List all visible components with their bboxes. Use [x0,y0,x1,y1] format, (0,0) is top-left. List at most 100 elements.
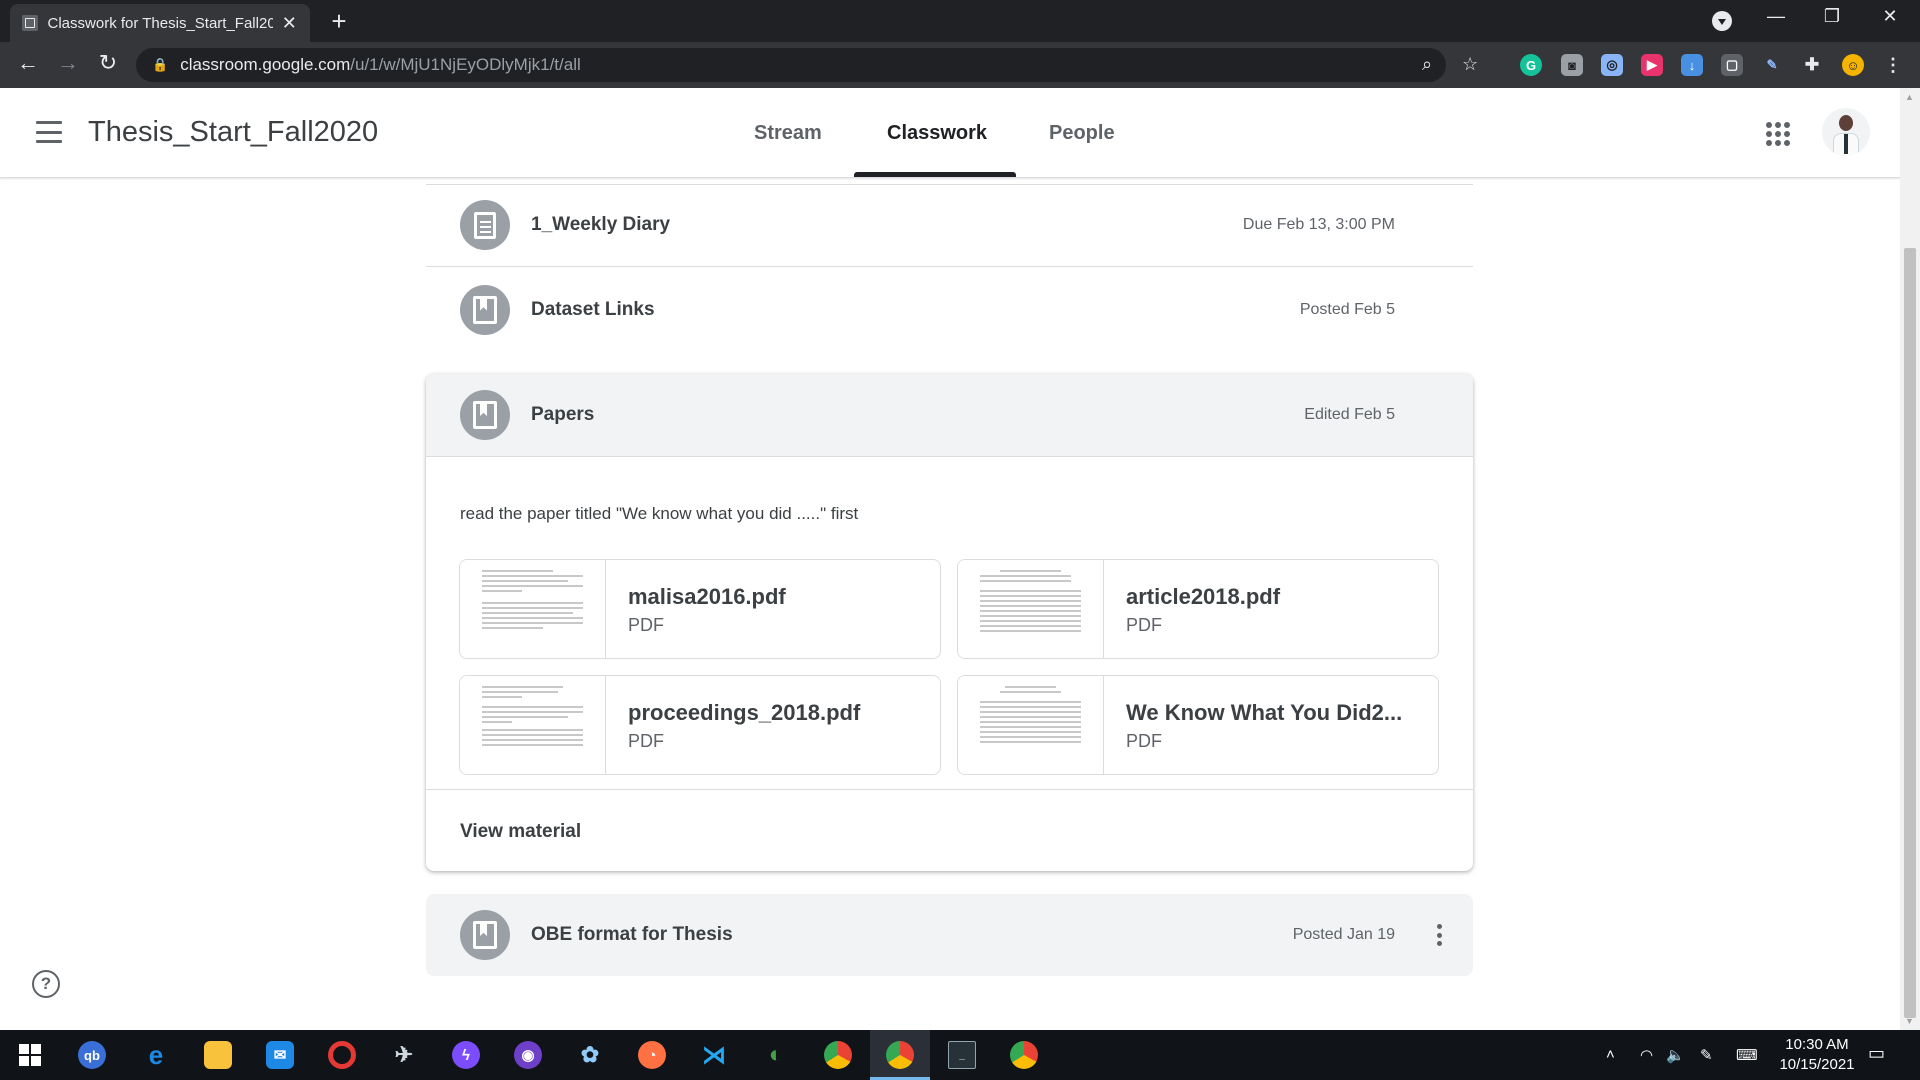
material-icon [460,390,510,440]
attachment-type: PDF [1126,615,1162,635]
camera-extension-icon[interactable]: ◙ [1561,54,1583,76]
tab-people[interactable]: People [1049,122,1115,145]
tab-title: Classwork for Thesis_Start_Fall2020 [47,14,273,32]
classwork-item[interactable]: OBE format for Thesis Posted Jan 19 [426,894,1473,976]
pen-extension-icon[interactable]: ✎ [1761,54,1783,76]
url-path: /u/1/w/MjU1NjEyODlyMjk1/t/all [350,55,581,74]
card-edited-date: Edited Feb 5 [1304,406,1395,423]
item-title: OBE format for Thesis [531,924,733,945]
windows-taskbar: qb e ✉ ✈ ϟ ◉ ✿ ◔ ⋊ ◐ _ ˄ ◠ 🔈 ✎ ⌨ 10:30 A… [0,1030,1920,1080]
attachment-pdf[interactable]: article2018.pdf PDF [957,559,1439,659]
keyboard-icon[interactable]: ⌨ [1736,1046,1758,1064]
tray-chevron-icon[interactable]: ˄ [1606,1046,1615,1063]
classwork-item[interactable]: Dataset Links Posted Feb 5 [426,268,1473,351]
file-explorer-icon[interactable] [204,1041,232,1069]
classroom-header: Thesis_Start_Fall2020 Stream Classwork P… [0,88,1900,178]
chrome-active-icon[interactable] [886,1041,914,1069]
edge-browser-icon[interactable]: e [142,1040,170,1070]
tab-classwork[interactable]: Classwork [887,122,987,145]
pdf-thumbnail [958,676,1104,774]
item-due-date: Due Feb 13, 3:00 PM [1242,216,1395,233]
attachment-type: PDF [628,615,664,635]
attachment-pdf[interactable]: We Know What You Did2... PDF [957,675,1439,775]
forward-icon[interactable]: → [48,50,88,76]
browser-toolbar: ← → ↻ 🔒 classroom.google.com/u/1/w/MjU1N… [0,42,1920,88]
bookmark-star-icon[interactable]: ☆ [1462,54,1478,75]
clock-date[interactable]: 10/15/2021 [1772,1056,1862,1073]
help-icon[interactable]: ? [32,970,60,998]
item-title: Dataset Links [531,298,655,320]
github-desktop-icon[interactable]: ◉ [514,1041,542,1069]
play-extension-icon[interactable]: ▶ [1641,54,1663,76]
opera-browser-icon[interactable] [328,1041,356,1069]
tab-stream[interactable]: Stream [754,122,822,145]
google-apps-icon[interactable] [1766,122,1790,146]
vscode-icon[interactable]: ⋊ [700,1041,728,1069]
attachment-type: PDF [1126,731,1162,751]
zoom-icon[interactable]: ⌕ [1422,54,1432,75]
view-material-link[interactable]: View material [460,821,581,843]
chrome-profile-icon[interactable] [1010,1041,1038,1069]
chrome-menu-icon[interactable]: ⋮ [1882,54,1904,76]
attachment-name: We Know What You Did2... [1126,700,1403,725]
url-host: classroom.google.com [180,55,351,74]
page-scrollbar[interactable]: ▲ ▼ [1900,88,1920,1030]
attachment-name: proceedings_2018.pdf [628,700,861,725]
browser-tab[interactable]: Classwork for Thesis_Start_Fall2020 ✕ [10,4,310,42]
tab-close-icon[interactable]: ✕ [281,13,298,34]
pen-workspace-icon[interactable]: ✎ [1700,1046,1713,1064]
browser-tab-bar: Classwork for Thesis_Start_Fall2020 ✕ + … [0,0,1920,42]
new-tab-icon[interactable]: + [324,6,354,37]
close-window-icon[interactable]: ✕ [1870,6,1910,27]
volume-icon[interactable]: 🔈 [1666,1046,1685,1064]
active-tab-indicator [854,172,1016,177]
restore-icon[interactable]: ❐ [1812,6,1852,27]
card-header[interactable]: Papers Edited Feb 5 [426,374,1473,457]
more-options-icon[interactable] [1437,924,1442,946]
expanded-material-card: Papers Edited Feb 5 read the paper title… [426,374,1473,871]
clock-time[interactable]: 10:30 AM [1782,1036,1852,1053]
scroll-up-icon[interactable]: ▲ [1905,92,1914,102]
globe-app-icon[interactable]: ◐ [762,1041,790,1069]
attachment-name: malisa2016.pdf [628,584,786,609]
extensions-puzzle-icon[interactable]: ✚ [1801,54,1823,76]
pdf-thumbnail [460,676,606,774]
scroll-down-icon[interactable]: ▼ [1905,1016,1914,1026]
notification-icon[interactable]: ▭ [1868,1043,1885,1064]
attachment-pdf[interactable]: malisa2016.pdf PDF [459,559,941,659]
reload-icon[interactable]: ↻ [88,50,128,76]
network-icon[interactable]: ◠ [1640,1046,1653,1064]
qbittorrent-icon[interactable]: qb [78,1041,106,1069]
windows-start-icon[interactable] [16,1041,44,1069]
pdf-thumbnail [460,560,606,658]
attachment-name: article2018.pdf [1126,584,1281,609]
chrome-profile-menu-icon[interactable] [1712,11,1732,31]
class-title[interactable]: Thesis_Start_Fall2020 [88,116,378,149]
material-icon [460,910,510,960]
profile-avatar-icon[interactable]: ☺ [1842,54,1864,76]
firefox-icon[interactable]: ◔ [638,1041,666,1069]
address-bar[interactable]: 🔒 classroom.google.com/u/1/w/MjU1NjEyODl… [136,48,1478,82]
attachment-type: PDF [628,731,664,751]
attachment-pdf[interactable]: proceedings_2018.pdf PDF [459,675,941,775]
user-avatar[interactable] [1822,108,1870,156]
paint-app-icon[interactable]: ✿ [576,1041,604,1069]
mail-icon[interactable]: ✉ [266,1041,294,1069]
item-title: 1_Weekly Diary [531,214,671,235]
minimize-icon[interactable]: — [1756,6,1796,27]
back-icon[interactable]: ← [8,50,48,76]
scroll-thumb[interactable] [1904,248,1916,1018]
download-extension-icon[interactable]: ↓ [1681,54,1703,76]
item-posted-date: Posted Feb 5 [1299,300,1395,318]
grammarly-extension-icon[interactable]: G [1520,54,1542,76]
pdf-thumbnail [958,560,1104,658]
satellite-app-icon[interactable]: ✈ [390,1041,418,1069]
messenger-icon[interactable]: ϟ [452,1041,480,1069]
chrome-icon[interactable] [824,1041,852,1069]
extension-icon[interactable]: ◎ [1601,54,1623,76]
screen-extension-icon[interactable]: ▢ [1721,54,1743,76]
classwork-item[interactable]: 1_Weekly Diary Due Feb 13, 3:00 PM [426,184,1473,267]
hamburger-menu-icon[interactable] [36,121,62,143]
terminal-icon[interactable]: _ [948,1041,976,1069]
material-icon [460,284,510,335]
